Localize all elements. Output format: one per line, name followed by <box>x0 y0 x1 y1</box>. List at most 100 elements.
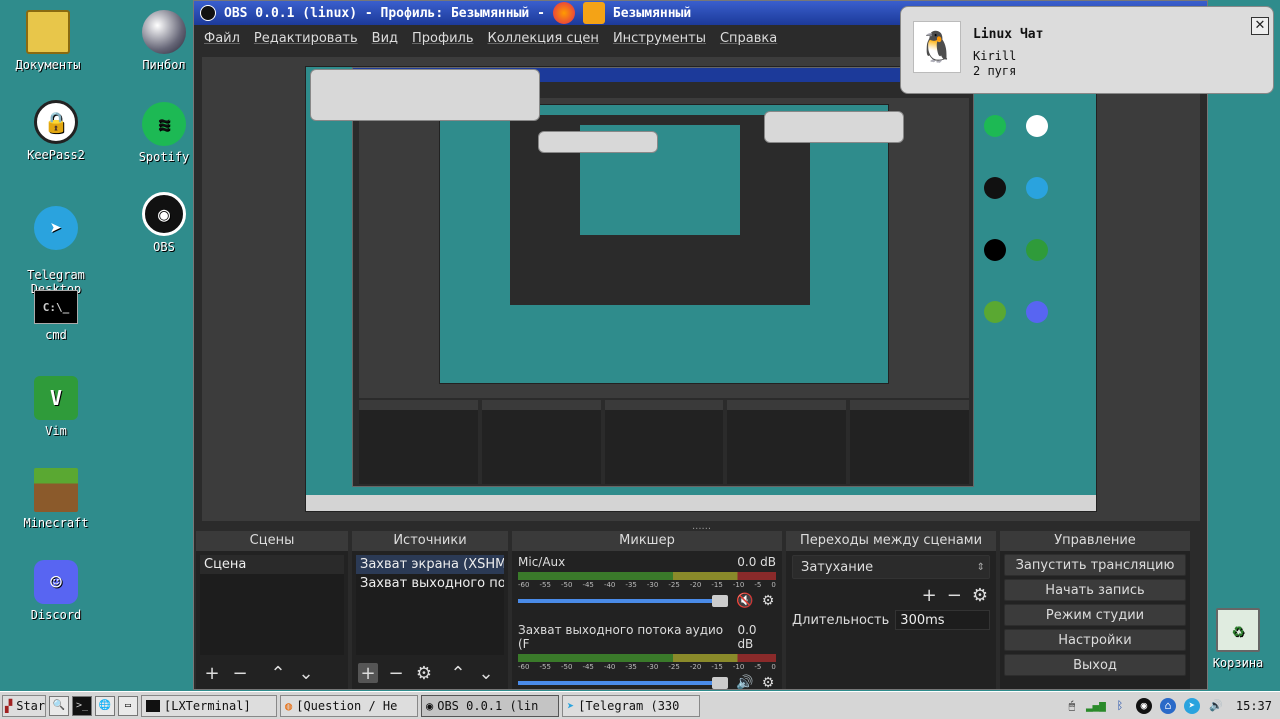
sources-header: Источники <box>352 531 508 551</box>
file-manager-icon[interactable]: 🔍 <box>49 695 69 716</box>
remove-transition-button[interactable]: − <box>947 585 962 606</box>
window-title-suffix: Безымянный <box>612 5 692 21</box>
menu-edit[interactable]: Редактировать <box>254 31 358 46</box>
preview-screen-capture <box>305 66 1097 512</box>
menu-view[interactable]: Вид <box>372 31 398 46</box>
task-telegram[interactable]: ➤ [Telegram (330 <box>562 694 700 717</box>
move-up-icon[interactable]: ⌃ <box>268 663 288 684</box>
desktop-icon-minecraft[interactable]: Minecraft <box>10 468 102 530</box>
obs-tray-icon[interactable]: ◉ <box>1135 697 1152 714</box>
source-item[interactable]: Захват экрана (XSHM) <box>356 555 504 574</box>
start-streaming-button[interactable]: Запустить трансляцию <box>1004 554 1186 576</box>
add-transition-button[interactable]: + <box>922 585 937 606</box>
mouse-icon[interactable]: 🖱 <box>1064 698 1080 714</box>
channel-name: Mic/Aux <box>518 555 566 569</box>
desktop-icon-cmd[interactable]: C:\_ cmd <box>10 290 102 342</box>
recursive-desktop-icons <box>974 97 1084 457</box>
volume-slider[interactable] <box>518 595 728 607</box>
chat-notification[interactable]: 🐧 Linux Чат Kirill 2 пугя ✕ <box>900 6 1274 94</box>
add-scene-button[interactable]: + <box>202 663 222 684</box>
menu-file[interactable]: Файл <box>204 31 240 46</box>
task-lxterminal[interactable]: [LXTerminal] <box>141 694 277 717</box>
desktop-icon-trash[interactable]: ♻ Корзина <box>1196 608 1280 670</box>
channel-name: Захват выходного потока аудио (F <box>518 623 724 651</box>
desktop-icon-vim[interactable]: V Vim <box>10 376 102 438</box>
speaker-icon[interactable]: 🔊 <box>736 675 753 689</box>
spinner-arrows-icon: ⇕ <box>976 562 985 573</box>
vim-icon: V <box>34 376 78 420</box>
channel-db: 0.0 dB <box>737 555 776 569</box>
remove-scene-button[interactable]: − <box>230 663 250 684</box>
start-button[interactable]: ▞ Start <box>2 694 46 717</box>
desktop-icon-keepass[interactable]: 🔒 KeePass2 <box>10 100 102 162</box>
terminal-icon[interactable]: >_ <box>72 695 92 716</box>
terminal-icon: C:\_ <box>34 290 78 324</box>
lock-icon: 🔒 <box>34 100 78 144</box>
muted-speaker-icon[interactable]: 🔇 <box>736 593 753 609</box>
duration-input[interactable]: 300ms <box>895 610 990 630</box>
task-obs[interactable]: ◉ OBS 0.0.1 (lin <box>421 694 559 717</box>
terminal-icon <box>146 699 160 712</box>
volume-icon[interactable]: 🔊 <box>1208 698 1224 714</box>
network-icon[interactable]: ⌂ <box>1159 697 1176 714</box>
transition-select[interactable]: Затухание ⇕ <box>792 555 990 579</box>
camera-icon <box>582 2 605 24</box>
pinball-icon <box>142 10 186 54</box>
scenes-list[interactable]: Сцена <box>200 555 344 655</box>
close-icon[interactable]: ✕ <box>1251 17 1269 35</box>
minecraft-icon <box>34 468 78 512</box>
move-up-icon[interactable]: ⌃ <box>448 663 468 684</box>
obs-icon: ◉ <box>426 698 434 713</box>
bluetooth-icon[interactable]: ᛒ <box>1112 698 1128 714</box>
controls-dock: Управление Запустить трансляцию Начать з… <box>1000 531 1190 689</box>
telegram-tray-icon[interactable]: ➤ <box>1183 697 1200 714</box>
exit-button[interactable]: Выход <box>1004 654 1186 676</box>
menu-profile[interactable]: Профиль <box>412 31 474 46</box>
browser-icon[interactable]: 🌐 <box>95 695 115 716</box>
clock[interactable]: 15:37 <box>1236 699 1272 713</box>
obs-window[interactable]: OBS 0.0.1 (linux) - Профиль: Безымянный … <box>193 0 1208 690</box>
settings-button[interactable]: Настройки <box>1004 629 1186 651</box>
desktop-icon-documents[interactable]: Документы <box>2 10 94 72</box>
sources-dock: Источники Захват экрана (XSHM) Захват вы… <box>352 531 508 689</box>
start-recording-button[interactable]: Начать запись <box>1004 579 1186 601</box>
menu-tools[interactable]: Инструменты <box>613 31 706 46</box>
desktop-icon-discord[interactable]: ☺ Discord <box>10 560 102 622</box>
gear-icon[interactable]: ⚙ <box>414 663 434 684</box>
controls-header: Управление <box>1000 531 1190 551</box>
volume-meter <box>518 654 776 662</box>
move-down-icon[interactable]: ⌄ <box>476 663 496 684</box>
telegram-icon: ➤ <box>34 206 78 250</box>
gear-icon[interactable]: ⚙ <box>972 585 988 606</box>
preview-canvas[interactable] <box>202 57 1200 521</box>
gear-icon[interactable]: ⚙ <box>760 593 776 609</box>
notification-title: Linux Чат <box>973 27 1044 42</box>
signal-icon[interactable]: ▂▄▆ <box>1086 698 1106 714</box>
gear-icon[interactable]: ⚙ <box>760 675 776 689</box>
menu-scene-collection[interactable]: Коллекция сцен <box>488 31 599 46</box>
mixer-header: Микшер <box>512 531 782 551</box>
window-icon[interactable]: ▭ <box>118 695 138 716</box>
duration-label: Длительность <box>792 612 890 628</box>
discord-icon: ☺ <box>34 560 78 604</box>
volume-slider[interactable] <box>518 677 728 689</box>
notification-sender: Kirill <box>973 49 1017 63</box>
source-item[interactable]: Захват выходного пот <box>356 574 504 593</box>
add-source-button[interactable]: + <box>358 663 378 684</box>
transitions-header: Переходы между сценами <box>786 531 996 551</box>
remove-source-button[interactable]: − <box>386 663 406 684</box>
scene-item[interactable]: Сцена <box>200 555 344 574</box>
window-title: OBS 0.0.1 (linux) - Профиль: Безымянный … <box>224 5 545 21</box>
studio-mode-button[interactable]: Режим студии <box>1004 604 1186 626</box>
firefox-icon <box>552 2 575 24</box>
transitions-dock: Переходы между сценами Затухание ⇕ + − ⚙… <box>786 531 996 689</box>
sources-list[interactable]: Захват экрана (XSHM) Захват выходного по… <box>356 555 504 655</box>
dock-area: Сцены Сцена + − ⌃ ⌄ Источники Захват экр… <box>194 531 1207 689</box>
meter-scale: -60 -55 -50 -45 -40 -35 -30 -25 -20 -15 -10 -5 0 <box>518 581 776 589</box>
firefox-icon: ◍ <box>285 698 293 713</box>
spotify-icon: ≋ <box>142 102 186 146</box>
system-tray: 🖱 ▂▄▆ ᛒ ◉ ⌂ ➤ 🔊 15:37 <box>1064 697 1278 714</box>
menu-help[interactable]: Справка <box>720 31 777 46</box>
task-question[interactable]: ◍ [Question / He <box>280 694 418 717</box>
move-down-icon[interactable]: ⌄ <box>296 663 316 684</box>
